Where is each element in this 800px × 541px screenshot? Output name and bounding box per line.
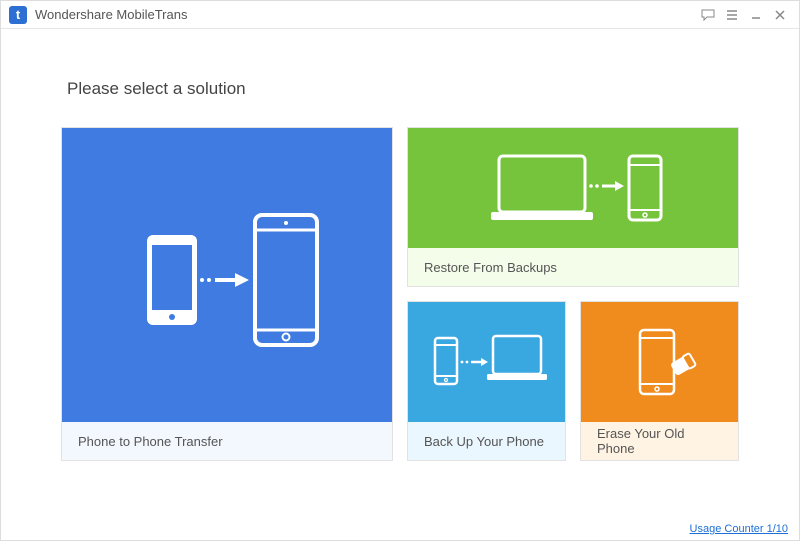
backup-icon [408,302,565,422]
feedback-icon[interactable] [697,4,719,26]
footer: Usage Counter 1/10 [690,523,788,535]
small-cards-row: Back Up Your Phone [407,301,739,461]
minimize-button[interactable] [745,4,767,26]
app-logo-icon: t [9,6,27,24]
app-title: Wondershare MobileTrans [35,7,187,22]
titlebar: t Wondershare MobileTrans [1,1,799,29]
card-label: Erase Your Old Phone [581,422,738,460]
restore-icon [408,128,738,248]
card-restore[interactable]: Restore From Backups [407,127,739,287]
solution-grid: Phone to Phone Transfer [61,127,739,461]
main-content: Please select a solution [1,29,799,471]
card-label: Back Up Your Phone [408,422,565,460]
usage-counter-link[interactable]: Usage Counter 1/10 [690,523,788,535]
card-erase[interactable]: Erase Your Old Phone [580,301,739,461]
erase-icon [581,302,738,422]
card-label: Restore From Backups [408,248,738,286]
menu-icon[interactable] [721,4,743,26]
close-button[interactable] [769,4,791,26]
page-heading: Please select a solution [67,79,739,99]
card-phone-transfer[interactable]: Phone to Phone Transfer [61,127,393,461]
phone-transfer-icon [62,128,392,422]
card-label: Phone to Phone Transfer [62,422,392,460]
card-backup[interactable]: Back Up Your Phone [407,301,566,461]
